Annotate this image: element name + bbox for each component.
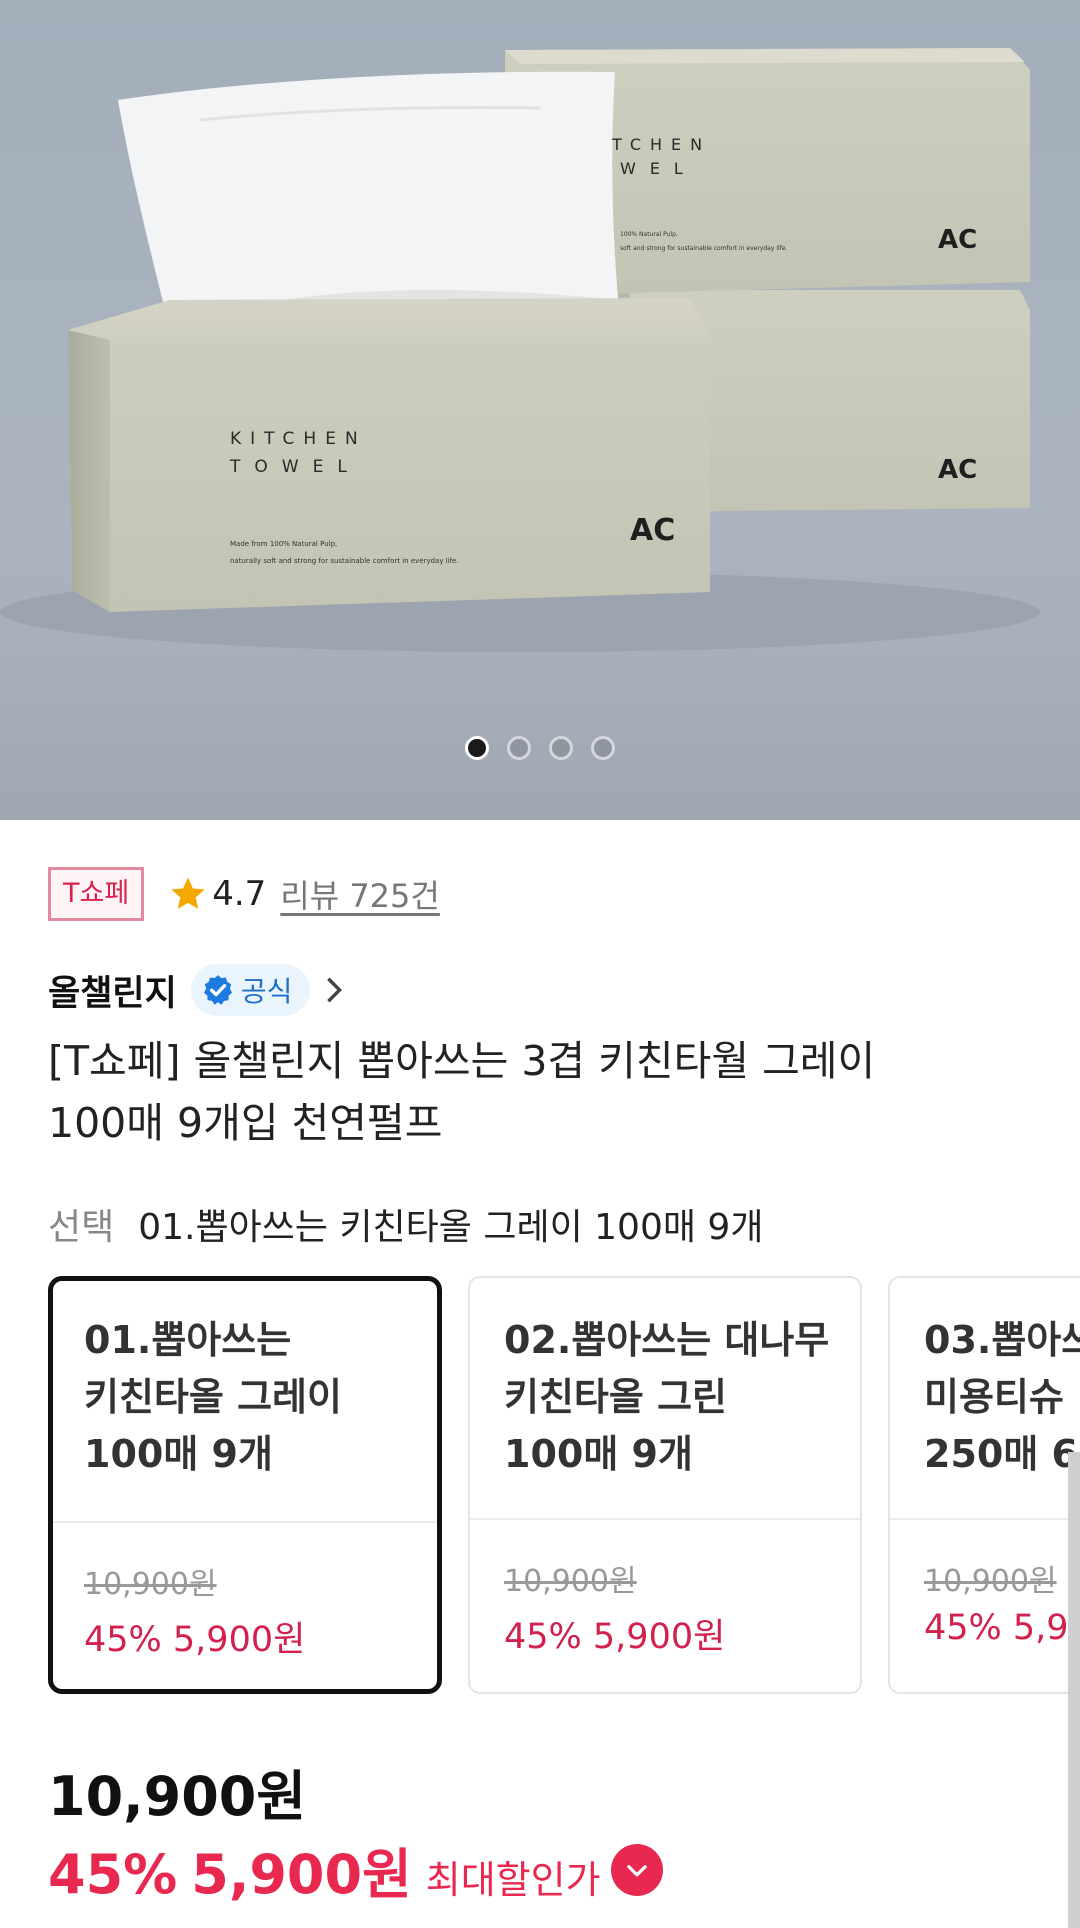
box-label-line1: KITCHEN [230,429,367,449]
option-name-line: 키친타올 그레이 [84,1375,342,1419]
selected-option-row: 선택 01.뽑아쓰는 키친타올 그레이 100매 9개 [48,1196,763,1252]
max-discount-label[interactable]: 최대할인가 [426,1849,601,1904]
selected-option-value: 01.뽑아쓰는 키친타올 그레이 100매 9개 [138,1207,764,1248]
option-original-price: 10,900원 [504,1564,637,1599]
seller-row[interactable]: 올챌린지 공식 [48,962,346,1018]
option-name-line: 100매 9개 [84,1432,273,1476]
brand-logo: AC [630,513,675,548]
original-price: 10,900원 [48,1765,307,1828]
carousel-dot[interactable] [591,736,615,760]
carousel-dot[interactable] [549,736,573,760]
box-back-label-line1: TCHEN [611,135,711,154]
discount-rate: 45% [48,1843,178,1906]
option-name-line: 미용티슈 [924,1375,1064,1419]
option-name: 01.뽑아쓰는 키친타올 그레이 100매 9개 [84,1312,424,1483]
box-label-line2: TOWEL [229,457,361,477]
option-card-list[interactable]: 01.뽑아쓰는 키친타올 그레이 100매 9개 10,900원 45% 5,9… [48,1276,1080,1694]
carousel-indicator [0,736,1080,760]
option-sale-price: 45% 5,90 [924,1608,1080,1648]
official-badge: 공식 [190,964,311,1016]
option-name-line: 키친타올 그린 [504,1375,727,1419]
option-name-line: 01.뽑아쓰는 [84,1318,292,1362]
rating-value: 4.7 [212,874,267,914]
carousel-dot[interactable] [507,736,531,760]
option-name: 03.뽑아쓰 미용티슈 250매 6개 [924,1312,1080,1483]
option-card-3[interactable]: 03.뽑아쓰 미용티슈 250매 6개 10,900원 45% 5,90 [888,1276,1080,1694]
option-card-1[interactable]: 01.뽑아쓰는 키친타올 그레이 100매 9개 10,900원 45% 5,9… [48,1276,442,1694]
option-name-line: 250매 6개 [924,1432,1080,1476]
tshop-badge: T쇼페 [48,867,145,921]
option-sale-price: 45% 5,900원 [504,1617,726,1657]
option-original-price: 10,900원 [84,1567,217,1602]
product-photo: KITCHEN TOWEL Made from 100% Natural Pul… [0,48,1040,652]
rating-row: T쇼페 4.7 리뷰 725건 [48,866,440,922]
option-sale-price: 45% 5,900원 [84,1620,306,1660]
chevron-down-icon[interactable] [610,1843,663,1896]
brand-logo-back-2: AC [938,455,977,485]
box-back-label-line2: WEL [620,159,697,178]
option-original-price: 10,900원 [924,1564,1057,1599]
chevron-right-icon[interactable] [322,975,346,1005]
product-title: [T쇼페] 올챌린지 뽑아쓰는 3겹 키친타월 그레이 100매 9개입 천연펄… [48,1030,1008,1154]
product-image-carousel[interactable]: KITCHEN TOWEL Made from 100% Natural Pul… [0,0,1080,820]
scrollbar[interactable] [1068,1452,1080,1928]
carousel-dot[interactable] [465,736,489,760]
sale-price-row: 45% 5,900원 최대할인가 [48,1830,663,1909]
option-card-2[interactable]: 02.뽑아쓰는 대나무 키친타올 그린 100매 9개 10,900원 45% … [468,1276,862,1694]
card-divider [53,1521,437,1523]
brand-logo-back: AC [938,225,977,255]
sale-price: 5,900원 [191,1843,412,1906]
option-name-line: 100매 9개 [504,1432,693,1476]
box-fine-print-1: Made from 100% Natural Pulp, [230,540,337,548]
option-name-line: 02.뽑아쓰는 대나무 [504,1318,830,1362]
box-back-fine-print-2: soft and strong for sustainable comfort … [620,245,787,252]
product-title-line1: [T쇼페] 올챌린지 뽑아쓰는 3겹 키친타월 그레이 [48,1037,876,1085]
seller-name[interactable]: 올챌린지 [48,965,177,1016]
select-label: 선택 [48,1207,115,1248]
product-title-line2: 100매 9개입 천연펄프 [48,1099,443,1147]
verified-check-icon [203,975,232,1005]
box-fine-print-2: naturally soft and strong for sustainabl… [230,557,459,565]
review-count-link[interactable]: 리뷰 725건 [280,871,440,917]
card-divider [470,1518,860,1520]
card-divider [890,1518,1080,1520]
option-name-line: 03.뽑아쓰 [924,1318,1080,1362]
box-back-fine-print-1: 100% Natural Pulp, [620,231,678,238]
star-icon [171,877,205,909]
official-label: 공식 [240,975,293,1008]
option-name: 02.뽑아쓰는 대나무 키친타올 그린 100매 9개 [504,1312,844,1483]
